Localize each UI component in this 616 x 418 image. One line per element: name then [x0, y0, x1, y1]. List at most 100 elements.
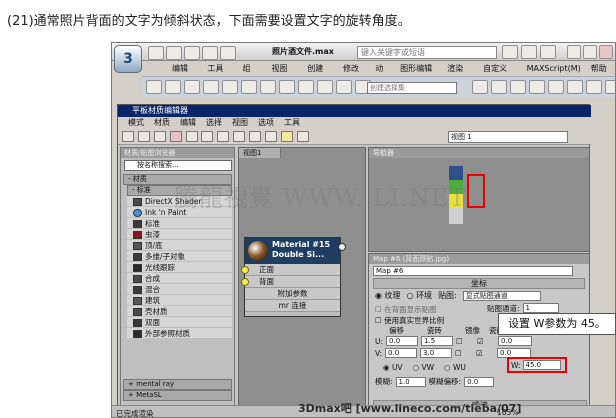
close-icon[interactable]	[599, 45, 613, 59]
list-item[interactable]: 多维/子对象	[127, 251, 232, 262]
list-item[interactable]: 混合	[127, 284, 232, 295]
new-file-icon[interactable]	[148, 46, 164, 60]
list-item[interactable]: 合成	[127, 273, 232, 284]
material-editor-icon[interactable]	[567, 80, 583, 94]
bind-icon[interactable]	[203, 80, 219, 94]
select-by-material-icon[interactable]	[296, 131, 309, 142]
unlink-icon[interactable]	[184, 80, 200, 94]
undo-toolbar-icon[interactable]	[146, 80, 162, 94]
mirror-icon[interactable]	[472, 80, 488, 94]
u-angle-field[interactable]: 0.0	[498, 336, 533, 346]
view-dropdown[interactable]: 视图 1	[448, 131, 568, 143]
map-channel-field[interactable]: 1	[522, 303, 559, 313]
group-mental-ray[interactable]: + mental ray	[123, 379, 232, 390]
texture-radio[interactable]: ◉ 纹理	[375, 290, 401, 301]
list-item[interactable]: 双面	[127, 317, 232, 328]
select-tool-icon[interactable]	[122, 131, 134, 142]
open-file-icon[interactable]	[166, 46, 182, 60]
mr-connection[interactable]: mr 连接	[245, 300, 340, 312]
layout-icon[interactable]	[249, 131, 261, 142]
schematic-icon[interactable]	[548, 80, 564, 94]
show-bg-icon[interactable]	[233, 131, 246, 142]
w-angle-field[interactable]: 45.0	[522, 360, 561, 370]
group-metasl[interactable]: + MetaSL	[123, 390, 232, 401]
view-tab[interactable]: 视图1	[239, 148, 281, 158]
menu-graph-editors[interactable]: 图形编辑器	[400, 62, 437, 87]
menu-views[interactable]: 视图(V)	[272, 62, 298, 87]
vw-radio[interactable]: ○ VW	[413, 363, 434, 372]
menu-modifiers[interactable]: 修改器	[343, 62, 365, 87]
blur-offset-field[interactable]: 0.0	[464, 376, 495, 387]
browser-search-input[interactable]: 按名称搜索...	[124, 160, 232, 171]
list-item[interactable]: 标准	[127, 218, 232, 229]
menu-tools[interactable]: 工具(T)	[207, 62, 232, 87]
curve-editor-icon[interactable]	[529, 80, 545, 94]
scale-icon[interactable]	[298, 80, 314, 94]
navigator-viewport-frame[interactable]	[467, 174, 485, 208]
menu-maxscript[interactable]: MAXScript(M)	[527, 62, 581, 76]
coords-rollout[interactable]: 坐标	[373, 278, 585, 289]
minimize-icon[interactable]	[567, 45, 581, 59]
slate-menu-options[interactable]: 选项	[258, 117, 274, 129]
input-socket-icon[interactable]	[241, 278, 249, 286]
slot-back[interactable]: 背面	[241, 276, 340, 288]
menu-group[interactable]: 组(G)	[243, 62, 262, 87]
help-icon[interactable]	[540, 45, 556, 59]
slate-menu-modes[interactable]: 模式	[128, 117, 144, 129]
slate-menu-material[interactable]: 材质	[154, 117, 170, 129]
layout-children-icon[interactable]	[264, 131, 277, 142]
align-icon[interactable]	[491, 80, 507, 94]
help-search-input[interactable]: 键入关键字或短语	[357, 46, 497, 59]
u-mirror-checkbox[interactable]: ☐	[456, 337, 474, 346]
assign-material-icon[interactable]	[153, 131, 166, 142]
hide-slots-icon[interactable]	[201, 131, 214, 142]
selection-set-dropdown[interactable]: 创建选择集	[367, 82, 457, 94]
rotate-icon[interactable]	[279, 80, 295, 94]
layer-icon[interactable]	[510, 80, 526, 94]
u-tiling-field[interactable]: 1.5	[421, 336, 454, 346]
list-item[interactable]: 光线跟踪	[127, 262, 232, 273]
menu-edit[interactable]: 编辑(E)	[172, 62, 197, 87]
menu-rendering[interactable]: 渲染(R)	[447, 62, 473, 87]
list-item[interactable]: 顶/底	[127, 240, 232, 251]
search-icon[interactable]	[502, 45, 518, 59]
v-tiling-field[interactable]: 3.0	[420, 348, 453, 358]
pick-material-icon[interactable]	[137, 131, 150, 142]
material-node[interactable]: Material #15 Double Si... 正面 背面 附加参数 mr …	[241, 237, 346, 317]
blur-field[interactable]: 1.0	[395, 376, 426, 387]
star-icon[interactable]	[521, 45, 537, 59]
menu-create[interactable]: 创建(C)	[307, 62, 333, 87]
slate-menu-utilities[interactable]: 工具	[284, 117, 300, 129]
u-tile-checkbox[interactable]: ☑	[477, 337, 495, 346]
list-item[interactable]: 壳材质	[127, 306, 232, 317]
render-setup-icon[interactable]	[586, 80, 602, 94]
v-offset-field[interactable]: 0.0	[385, 348, 418, 358]
save-file-icon[interactable]	[184, 46, 200, 60]
angle-snap-icon[interactable]	[336, 80, 352, 94]
select-name-icon[interactable]	[241, 80, 257, 94]
map-name-field[interactable]: Map #6	[373, 266, 573, 276]
extra-params[interactable]: 附加参数	[245, 288, 340, 300]
menu-customize[interactable]: 自定义(U)	[483, 62, 517, 87]
input-socket-icon[interactable]	[241, 266, 249, 274]
render-icon[interactable]	[605, 80, 615, 94]
v-tile-checkbox[interactable]: ☑	[476, 349, 494, 358]
menu-help[interactable]: 帮助(H)	[591, 62, 615, 87]
wu-radio[interactable]: ○ WU	[444, 363, 466, 372]
move-children-icon[interactable]	[185, 131, 198, 142]
slot-front[interactable]: 正面	[241, 264, 340, 276]
list-item[interactable]: 建筑	[127, 295, 232, 306]
app-logo-icon[interactable]: 3	[114, 45, 142, 73]
environ-radio[interactable]: ○ 环境	[407, 290, 433, 301]
select-icon[interactable]	[222, 80, 238, 94]
show-map-icon[interactable]	[217, 131, 230, 142]
move-icon[interactable]	[260, 80, 276, 94]
u-offset-field[interactable]: 0.0	[386, 336, 419, 346]
slate-menu-select[interactable]: 选择	[206, 117, 222, 129]
slate-menu-edit[interactable]: 编辑	[180, 117, 196, 129]
output-socket-icon[interactable]	[338, 243, 346, 251]
undo-icon[interactable]	[202, 46, 218, 60]
redo-icon[interactable]	[220, 46, 236, 60]
show-back-checkbox[interactable]: ☐ 在背面显示贴图	[375, 304, 437, 315]
v-mirror-checkbox[interactable]: ☐	[455, 349, 473, 358]
